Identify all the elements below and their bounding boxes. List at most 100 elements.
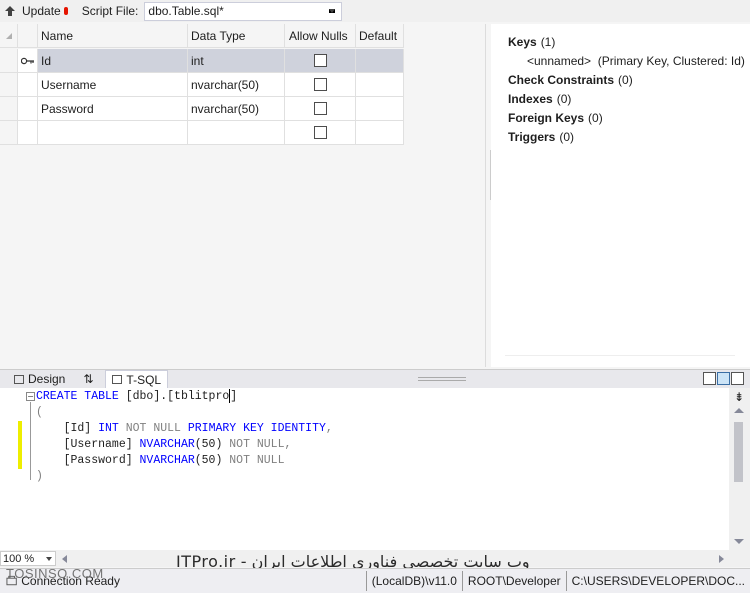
row-selector[interactable] xyxy=(0,97,18,121)
editor-vscrollbar[interactable]: ⇟ xyxy=(729,388,750,550)
code-line: ( xyxy=(36,406,43,419)
cell-default[interactable] xyxy=(356,97,404,121)
scroll-left-icon[interactable] xyxy=(62,554,67,563)
table-row[interactable]: Id int xyxy=(0,49,404,73)
server-name: (LocalDB)\v11.0 xyxy=(365,571,462,591)
change-marker xyxy=(18,421,22,469)
triggers-count: (0) xyxy=(559,129,575,144)
select-all-corner[interactable] xyxy=(0,24,18,48)
header-blank xyxy=(18,24,38,48)
zoom-value: 100 % xyxy=(3,552,35,565)
cell-default[interactable] xyxy=(356,73,404,97)
row-key-cell xyxy=(18,49,38,73)
update-label: Update xyxy=(22,4,61,18)
foreign-keys-count: (0) xyxy=(588,110,603,125)
scroll-down-icon[interactable] xyxy=(734,539,744,544)
column-header-allow-nulls[interactable]: Allow Nulls xyxy=(285,24,356,48)
fold-guide xyxy=(30,402,31,480)
check-constraints-count: (0) xyxy=(618,72,633,87)
script-file-label: Script File: xyxy=(81,4,139,18)
script-file-value: dbo.Table.sql* xyxy=(148,4,224,18)
cell-default[interactable] xyxy=(356,121,404,145)
design-icon xyxy=(14,374,24,384)
cell-name[interactable]: Username xyxy=(38,73,188,97)
allow-nulls-checkbox[interactable] xyxy=(313,78,327,91)
horizontal-split-icon[interactable] xyxy=(717,372,730,385)
status-bar: Connection Ready (LocalDB)\v11.0 ROOT\De… xyxy=(0,568,750,593)
triggers-node[interactable]: Triggers (0) xyxy=(508,127,750,146)
scroll-right-icon[interactable] xyxy=(719,554,724,563)
collapse-icon[interactable]: − xyxy=(26,392,35,401)
row-key-cell xyxy=(18,97,38,121)
tsql-editor[interactable]: − CREATE TABLE [dbo].[tblitpro] ( [Id] I… xyxy=(0,388,729,550)
update-icon xyxy=(5,6,15,16)
code-line: [Password] NVARCHAR(50) NOT NULL xyxy=(36,454,285,467)
cell-data-type[interactable] xyxy=(188,121,285,145)
designer-tab-strip: Design ⇅ T-SQL xyxy=(0,369,750,389)
column-header-default[interactable]: Default xyxy=(356,24,404,48)
chevron-down-icon xyxy=(46,556,52,561)
code-line: [Id] INT NOT NULL PRIMARY KEY IDENTITY, xyxy=(36,422,333,435)
table-row[interactable]: Username nvarchar(50) xyxy=(0,73,404,97)
row-selector[interactable] xyxy=(0,121,18,145)
code-line: CREATE TABLE [dbo].[tblitpro] xyxy=(36,389,238,404)
table-row[interactable]: Password nvarchar(50) xyxy=(0,97,404,121)
indexes-count: (0) xyxy=(556,91,572,106)
cell-allow-nulls xyxy=(285,121,356,145)
script-file-dropdown[interactable]: dbo.Table.sql* xyxy=(144,1,343,21)
indexes-label: Indexes xyxy=(508,91,553,106)
keys-node[interactable]: Keys (1) xyxy=(508,32,750,51)
chevron-down-icon xyxy=(329,9,336,13)
corner-triangle-icon xyxy=(5,32,12,39)
grid-header-row: Name Data Type Allow Nulls Default xyxy=(0,24,404,48)
scroll-up-icon[interactable] xyxy=(734,408,744,413)
keys-label: Keys xyxy=(508,34,537,49)
allow-nulls-checkbox[interactable] xyxy=(313,102,327,115)
swap-panes-button[interactable]: ⇅ xyxy=(83,372,93,386)
table-row-new[interactable] xyxy=(0,121,404,145)
unsaved-indicator xyxy=(63,7,68,15)
foreign-keys-node[interactable]: Foreign Keys (0) xyxy=(508,108,750,127)
column-header-name[interactable]: Name xyxy=(38,24,188,48)
row-selector[interactable] xyxy=(0,49,18,73)
properties-hscrollbar[interactable] xyxy=(505,355,735,359)
indexes-node[interactable]: Indexes (0) xyxy=(508,89,750,108)
split-editor-icon[interactable]: ⇟ xyxy=(733,391,745,403)
key-item[interactable]: <unnamed> (Primary Key, Clustered: Id) xyxy=(508,51,750,70)
columns-grid-pane: Name Data Type Allow Nulls Default Id in… xyxy=(0,24,486,367)
allow-nulls-checkbox[interactable] xyxy=(313,54,327,67)
scroll-thumb[interactable] xyxy=(734,422,743,482)
cell-name[interactable]: Id xyxy=(38,49,188,73)
code-line: ) xyxy=(36,470,43,483)
cell-allow-nulls xyxy=(285,49,356,73)
zoom-dropdown[interactable]: 100 % xyxy=(0,551,56,566)
check-constraints-node[interactable]: Check Constraints (0) xyxy=(508,70,750,89)
allow-nulls-checkbox[interactable] xyxy=(313,126,327,139)
vertical-split-icon[interactable] xyxy=(703,372,716,385)
cell-default[interactable] xyxy=(356,49,404,73)
check-constraints-label: Check Constraints xyxy=(508,72,615,87)
tsql-icon xyxy=(112,375,123,384)
tab-design[interactable]: Design xyxy=(8,370,71,388)
cell-data-type[interactable]: int xyxy=(188,49,285,73)
primary-key-icon xyxy=(20,57,34,64)
watermark-logo-text: TOSINSO.COM xyxy=(6,566,104,581)
keys-count: (1) xyxy=(540,34,556,49)
cell-data-type[interactable]: nvarchar(50) xyxy=(188,97,285,121)
row-key-cell xyxy=(18,73,38,97)
column-header-data-type[interactable]: Data Type xyxy=(188,24,285,48)
code-line: [Username] NVARCHAR(50) NOT NULL, xyxy=(36,438,292,451)
cell-name[interactable] xyxy=(38,121,188,145)
cell-data-type[interactable]: nvarchar(50) xyxy=(188,73,285,97)
tab-tsql[interactable]: T-SQL xyxy=(105,369,169,389)
row-selector[interactable] xyxy=(0,73,18,97)
key-item-label: <unnamed> (Primary Key, Clustered: Id) xyxy=(527,53,745,68)
table-properties-pane: Keys (1) <unnamed> (Primary Key, Cluster… xyxy=(491,24,750,367)
collapse-pane-icon[interactable] xyxy=(731,372,744,385)
cell-allow-nulls xyxy=(285,73,356,97)
row-key-cell xyxy=(18,121,38,145)
update-button[interactable]: Update xyxy=(0,1,72,21)
file-path: C:\USERS\DEVELOPER\DOC... xyxy=(565,571,750,591)
horizontal-splitter-grip[interactable] xyxy=(418,377,466,381)
cell-name[interactable]: Password xyxy=(38,97,188,121)
